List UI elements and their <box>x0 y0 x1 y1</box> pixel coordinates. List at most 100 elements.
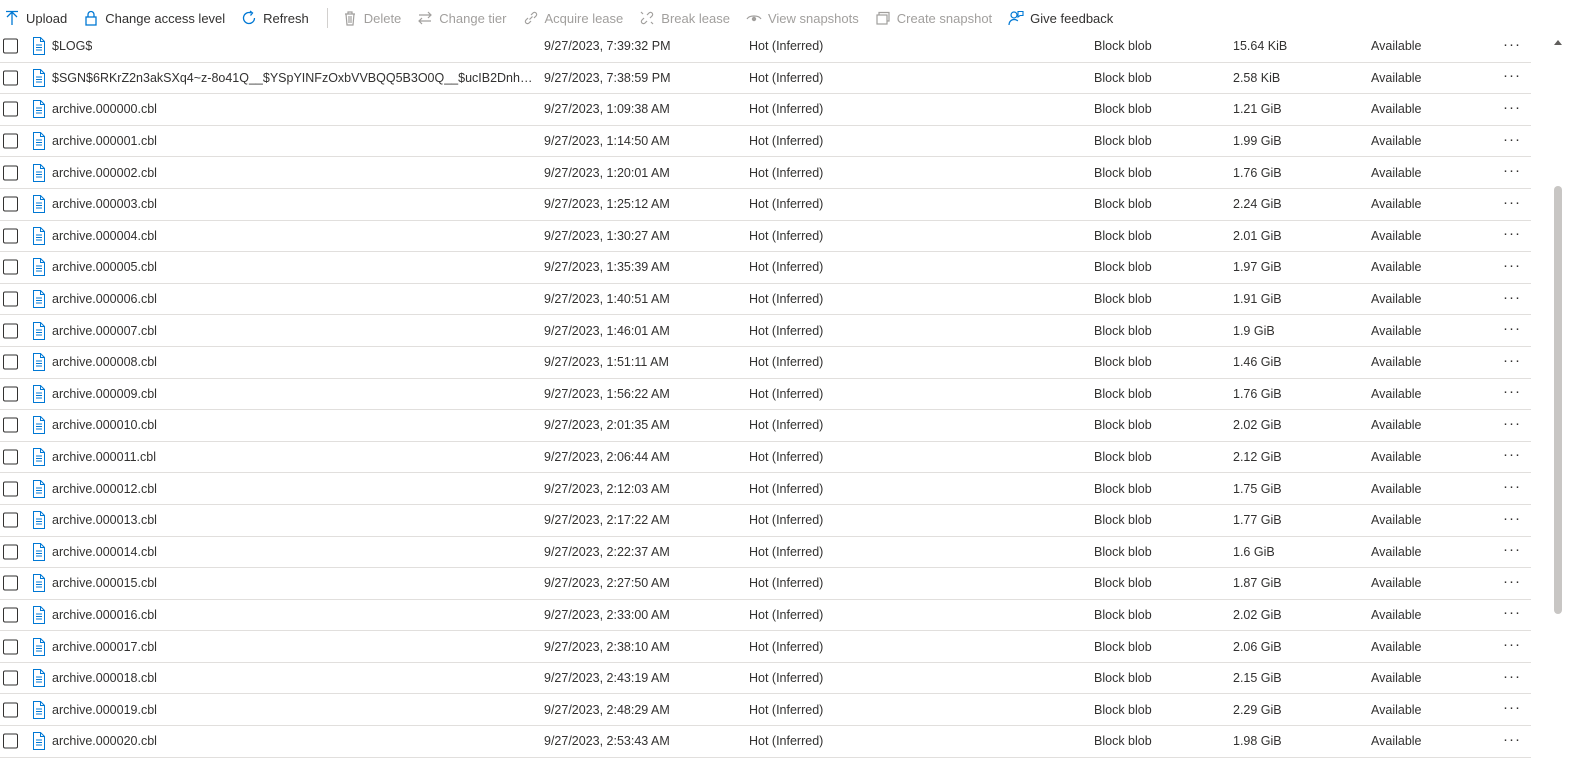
table-row[interactable]: archive.000016.cbl 9/27/2023, 2:33:00 AM H… <box>0 600 1531 632</box>
row-checkbox[interactable] <box>3 575 18 591</box>
table-row[interactable]: archive.000017.cbl 9/27/2023, 2:38:10 AM H… <box>0 631 1531 663</box>
access-tier: Hot (Inferred) <box>749 39 824 54</box>
row-checkbox[interactable] <box>3 259 18 275</box>
row-checkbox[interactable] <box>3 165 18 181</box>
blob-name[interactable]: archive.000001.cbl <box>52 134 157 148</box>
table-row[interactable]: archive.000002.cbl 9/27/2023, 1:20:01 AM H… <box>0 157 1531 189</box>
more-options-icon[interactable]: ··· <box>1503 258 1521 273</box>
blob-name[interactable]: archive.000015.cbl <box>52 576 157 590</box>
table-row[interactable]: archive.000001.cbl 9/27/2023, 1:14:50 AM H… <box>0 126 1531 158</box>
more-options-icon[interactable]: ··· <box>1503 132 1521 147</box>
more-options-icon[interactable]: ··· <box>1503 574 1521 589</box>
table-row[interactable]: archive.000006.cbl 9/27/2023, 1:40:51 AM H… <box>0 284 1531 316</box>
blob-name[interactable]: archive.000007.cbl <box>52 324 157 338</box>
table-row[interactable]: archive.000010.cbl 9/27/2023, 2:01:35 AM H… <box>0 410 1531 442</box>
blob-name[interactable]: archive.000006.cbl <box>52 292 157 306</box>
more-options-icon[interactable]: ··· <box>1503 195 1521 210</box>
blob-name[interactable]: $SGN$6RKrZ2n3akSXq4~z-8o41Q__$YSpYINFzOx… <box>52 71 534 85</box>
blob-name[interactable]: archive.000008.cbl <box>52 355 157 369</box>
more-options-icon[interactable]: ··· <box>1503 353 1521 368</box>
table-row[interactable]: $LOG$ 9/27/2023, 7:39:32 PM Hot (Inferred)… <box>0 31 1531 63</box>
row-checkbox[interactable] <box>3 417 18 433</box>
table-row[interactable]: archive.000019.cbl 9/27/2023, 2:48:29 AM H… <box>0 694 1531 727</box>
blob-name[interactable]: archive.000003.cbl <box>52 197 157 211</box>
table-row[interactable]: archive.000007.cbl 9/27/2023, 1:46:01 AM H… <box>0 315 1531 347</box>
table-row[interactable]: archive.000000.cbl 9/27/2023, 1:09:38 AM H… <box>0 94 1531 126</box>
row-checkbox[interactable] <box>3 228 18 244</box>
more-options-icon[interactable]: ··· <box>1503 605 1521 620</box>
row-checkbox[interactable] <box>3 70 18 86</box>
row-checkbox[interactable] <box>3 481 18 497</box>
blob-name[interactable]: archive.000010.cbl <box>52 418 157 432</box>
table-row[interactable]: archive.000018.cbl 9/27/2023, 2:43:19 AM H… <box>0 663 1531 695</box>
more-options-icon[interactable]: ··· <box>1503 669 1521 684</box>
table-row[interactable]: archive.000003.cbl 9/27/2023, 1:25:12 AM H… <box>0 189 1531 221</box>
blob-name[interactable]: archive.000004.cbl <box>52 229 157 243</box>
table-row[interactable]: archive.000015.cbl 9/27/2023, 2:27:50 AM H… <box>0 568 1531 600</box>
blob-name[interactable]: archive.000018.cbl <box>52 671 157 685</box>
table-row[interactable]: archive.000011.cbl 9/27/2023, 2:06:44 AM H… <box>0 442 1531 474</box>
broken-link-icon <box>639 10 655 26</box>
blob-name[interactable]: archive.000016.cbl <box>52 608 157 622</box>
more-options-icon[interactable]: ··· <box>1503 384 1521 399</box>
row-checkbox[interactable] <box>3 323 18 339</box>
more-options-icon[interactable]: ··· <box>1503 68 1521 83</box>
blob-name[interactable]: archive.000013.cbl <box>52 513 157 527</box>
table-row[interactable]: archive.000020.cbl 9/27/2023, 2:53:43 AM H… <box>0 726 1531 758</box>
row-checkbox[interactable] <box>3 639 18 655</box>
more-options-icon[interactable]: ··· <box>1503 700 1521 715</box>
more-options-icon[interactable]: ··· <box>1503 416 1521 431</box>
row-checkbox[interactable] <box>3 354 18 370</box>
more-options-icon[interactable]: ··· <box>1503 542 1521 557</box>
blob-type: Block blob <box>1094 544 1152 559</box>
table-row[interactable]: archive.000004.cbl 9/27/2023, 1:30:27 AM H… <box>0 221 1531 253</box>
more-options-icon[interactable]: ··· <box>1503 447 1521 462</box>
row-checkbox[interactable] <box>3 101 18 117</box>
blob-name[interactable]: archive.000019.cbl <box>52 703 157 717</box>
more-options-icon[interactable]: ··· <box>1503 226 1521 241</box>
row-checkbox[interactable] <box>3 512 18 528</box>
blob-name[interactable]: archive.000017.cbl <box>52 640 157 654</box>
row-checkbox[interactable] <box>3 196 18 212</box>
more-options-icon[interactable]: ··· <box>1503 732 1521 747</box>
blob-size: 2.06 GiB <box>1233 639 1282 654</box>
table-row[interactable]: archive.000009.cbl 9/27/2023, 1:56:22 AM H… <box>0 379 1531 411</box>
table-row[interactable]: archive.000013.cbl 9/27/2023, 2:17:22 AM H… <box>0 505 1531 537</box>
blob-name[interactable]: archive.000005.cbl <box>52 260 157 274</box>
row-checkbox[interactable] <box>3 133 18 149</box>
more-options-icon[interactable]: ··· <box>1503 163 1521 178</box>
row-checkbox[interactable] <box>3 670 18 686</box>
table-row[interactable]: archive.000005.cbl 9/27/2023, 1:35:39 AM H… <box>0 252 1531 284</box>
row-checkbox[interactable] <box>3 386 18 402</box>
blob-name[interactable]: archive.000002.cbl <box>52 166 157 180</box>
more-options-icon[interactable]: ··· <box>1503 100 1521 115</box>
more-options-icon[interactable]: ··· <box>1503 321 1521 336</box>
row-checkbox[interactable] <box>3 449 18 465</box>
row-checkbox[interactable] <box>3 607 18 623</box>
blob-name[interactable]: archive.000012.cbl <box>52 482 157 496</box>
vertical-scrollbar[interactable] <box>1551 36 1565 767</box>
blob-name[interactable]: archive.000020.cbl <box>52 734 157 748</box>
more-options-icon[interactable]: ··· <box>1503 290 1521 305</box>
row-checkbox[interactable] <box>3 38 18 54</box>
table-row[interactable]: archive.000008.cbl 9/27/2023, 1:51:11 AM H… <box>0 347 1531 379</box>
scrollbar-thumb[interactable] <box>1554 186 1562 614</box>
table-row[interactable]: archive.000012.cbl 9/27/2023, 2:12:03 AM H… <box>0 473 1531 505</box>
row-checkbox[interactable] <box>3 702 18 718</box>
blob-name[interactable]: $LOG$ <box>52 39 92 53</box>
blob-name[interactable]: archive.000011.cbl <box>52 450 156 464</box>
row-checkbox[interactable] <box>3 291 18 307</box>
more-options-icon[interactable]: ··· <box>1503 637 1521 652</box>
more-options-icon[interactable]: ··· <box>1503 479 1521 494</box>
blob-name[interactable]: archive.000009.cbl <box>52 387 157 401</box>
scroll-up-arrow-icon[interactable] <box>1554 40 1562 45</box>
row-checkbox[interactable] <box>3 733 18 749</box>
table-row[interactable]: $SGN$6RKrZ2n3akSXq4~z-8o41Q__$YSpYINFzOx… <box>0 63 1531 95</box>
more-options-icon[interactable]: ··· <box>1503 511 1521 526</box>
table-row[interactable]: archive.000014.cbl 9/27/2023, 2:22:37 AM H… <box>0 537 1531 569</box>
blob-name[interactable]: archive.000000.cbl <box>52 102 157 116</box>
blob-name[interactable]: archive.000014.cbl <box>52 545 157 559</box>
row-checkbox[interactable] <box>3 544 18 560</box>
last-modified: 9/27/2023, 2:27:50 AM <box>544 576 670 591</box>
more-options-icon[interactable]: ··· <box>1503 37 1521 52</box>
